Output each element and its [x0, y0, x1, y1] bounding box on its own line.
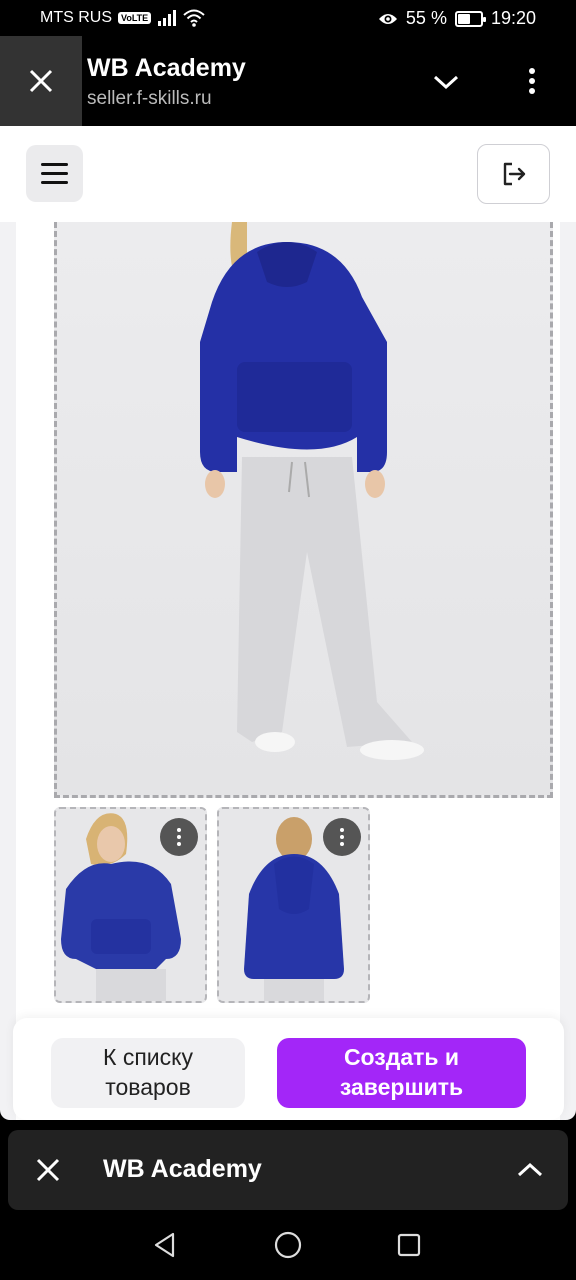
wifi-icon	[183, 9, 205, 27]
bubble-close-button[interactable]	[30, 1152, 66, 1188]
thumbnail-1[interactable]	[54, 807, 207, 1003]
create-and-finish-button[interactable]: Создать и завершить	[277, 1038, 526, 1108]
nav-recents-button[interactable]	[392, 1228, 426, 1262]
action-bar: К списку товаров Создать и завершить	[13, 1018, 564, 1120]
status-bar: MTS RUS VoLTE 55 % 19:20	[0, 0, 576, 36]
logout-button[interactable]	[477, 144, 550, 204]
more-vertical-icon	[529, 68, 535, 74]
nav-back-button[interactable]	[148, 1228, 182, 1262]
product-card	[16, 222, 560, 1120]
battery-icon	[454, 10, 486, 27]
bubble-expand-button[interactable]	[512, 1152, 548, 1188]
browser-url[interactable]: seller.f-skills.ru	[87, 88, 212, 110]
back-icon	[154, 1232, 175, 1258]
thumbnail-2[interactable]	[217, 807, 370, 1003]
eye-icon	[378, 13, 397, 24]
close-tab-button[interactable]	[0, 36, 82, 126]
more-options-button[interactable]	[520, 64, 544, 98]
main-product-photo[interactable]	[54, 222, 553, 798]
app-header	[0, 126, 576, 222]
menu-icon	[41, 163, 68, 166]
more-vertical-icon	[340, 828, 344, 832]
minimized-tab-bubble[interactable]: WB Academy	[8, 1130, 568, 1210]
chevron-up-icon	[517, 1162, 543, 1177]
nav-home-button[interactable]	[271, 1228, 305, 1262]
close-icon	[29, 69, 53, 93]
navigation-bar	[0, 1210, 576, 1280]
volte-badge: VoLTE	[118, 12, 152, 24]
carrier: MTS RUS	[40, 9, 112, 26]
status-right: 55 % 19:20	[378, 8, 536, 29]
close-icon	[36, 1158, 60, 1182]
model-front-image	[200, 222, 424, 760]
browser-title: WB Academy	[87, 54, 246, 82]
back-to-list-button[interactable]: К списку товаров	[51, 1038, 245, 1108]
status-left: MTS RUS VoLTE	[40, 9, 205, 27]
battery-percent: 55 %	[405, 8, 447, 28]
clock: 19:20	[490, 8, 536, 28]
thumbnail-2-more-button[interactable]	[323, 818, 361, 856]
logout-icon	[503, 162, 525, 186]
thumbnail-1-more-button[interactable]	[160, 818, 198, 856]
bubble-title: WB Academy	[103, 1155, 262, 1183]
signal-icon	[158, 10, 177, 26]
chevron-down-icon	[433, 75, 459, 90]
home-icon	[274, 1231, 302, 1259]
browser-header: WB Academy seller.f-skills.ru	[0, 36, 576, 126]
recents-icon	[397, 1233, 421, 1257]
web-content: К списку товаров Создать и завершить	[0, 126, 576, 1120]
collapse-button[interactable]	[430, 66, 462, 98]
more-vertical-icon	[177, 828, 181, 832]
menu-button[interactable]	[26, 145, 83, 202]
